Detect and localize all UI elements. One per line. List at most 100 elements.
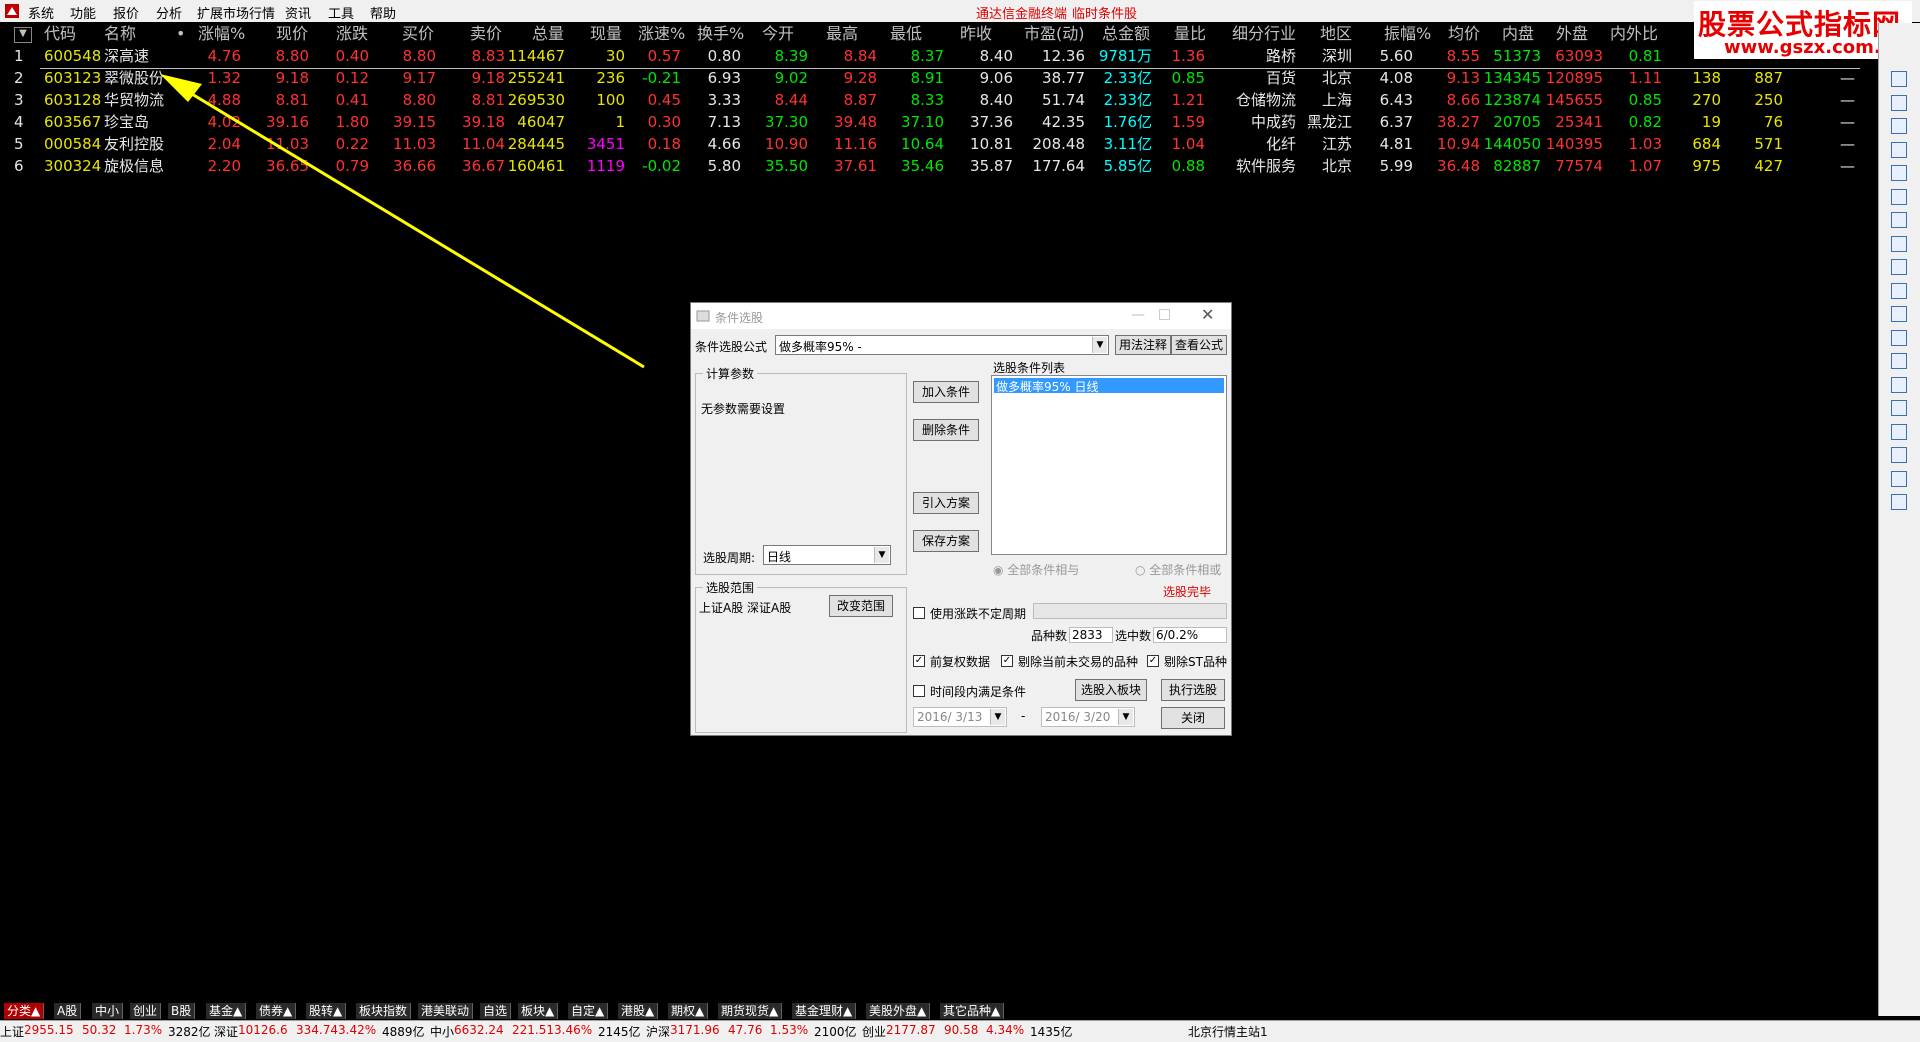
view-formula-button[interactable]: 查看公式	[1171, 335, 1227, 355]
list-icon[interactable]	[1891, 188, 1907, 205]
table-row[interactable]: 5 000584 友利控股 2.04 11.03 0.22 11.03 11.04 284445…	[0, 133, 1878, 155]
execute-button[interactable]: 执行选股	[1161, 679, 1225, 701]
export-icon[interactable]	[1891, 447, 1907, 463]
column-header[interactable]: 今开	[762, 23, 794, 45]
period-select[interactable]: 日线 ▼	[763, 545, 891, 565]
doc-icon[interactable]	[1891, 235, 1907, 252]
column-header[interactable]: 名称	[104, 23, 136, 45]
tab-10[interactable]: 自选	[480, 1003, 512, 1019]
tab-7[interactable]: 股转▲	[306, 1003, 347, 1019]
date-to-picker[interactable]: 2016/ 3/20 ▼	[1041, 707, 1135, 727]
finance-icon[interactable]	[1891, 212, 1907, 228]
tab-4[interactable]: B股	[168, 1003, 196, 1019]
tab-14[interactable]: 期权▲	[668, 1003, 709, 1019]
settings-icon[interactable]	[1891, 400, 1907, 416]
tab-6[interactable]: 债券▲	[256, 1003, 297, 1019]
column-header[interactable]: 振幅%	[1384, 23, 1431, 45]
column-header[interactable]: 总金额	[1102, 23, 1150, 45]
tab-3[interactable]: 创业	[130, 1003, 162, 1019]
import-plan-button[interactable]: 引入方案	[913, 492, 979, 514]
menu-help[interactable]: 帮助	[370, 3, 396, 22]
add-condition-button[interactable]: 加入条件	[913, 381, 979, 403]
usage-button[interactable]: 用法注释	[1115, 335, 1171, 355]
menu-extended-market[interactable]: 扩展市场行情	[197, 3, 275, 22]
delete-condition-button[interactable]: 删除条件	[913, 419, 979, 441]
menu-system[interactable]: 系统	[28, 3, 54, 22]
menu-quote[interactable]: 报价	[113, 3, 139, 22]
tab-16[interactable]: 基金理财▲	[792, 1003, 857, 1019]
tab-2[interactable]: 中小	[92, 1003, 124, 1019]
column-header[interactable]: 均价	[1448, 23, 1480, 45]
column-header[interactable]: 总量	[532, 23, 564, 45]
table-row[interactable]: 1 600548 深高速 4.76 8.80 0.40 8.80 8.83 114467 30 0.…	[0, 45, 1878, 67]
help-icon[interactable]	[1891, 494, 1907, 510]
column-header[interactable]: 买价	[402, 23, 434, 45]
tab-1[interactable]: A股	[54, 1003, 82, 1019]
search-icon[interactable]	[1891, 329, 1907, 346]
minimize-icon[interactable]: —	[1131, 307, 1145, 323]
tab-9[interactable]: 港美联动	[418, 1003, 474, 1019]
column-header[interactable]: 细分行业	[1232, 23, 1296, 45]
note-icon[interactable]	[1891, 259, 1907, 275]
save-plan-button[interactable]: 保存方案	[913, 530, 979, 552]
table-row[interactable]: 3 603128 华贸物流 4.88 8.81 0.41 8.80 8.81 269530 100…	[0, 89, 1878, 111]
exclude-untraded-checkbox[interactable]: ✓	[1001, 655, 1013, 667]
column-menu-icon[interactable]: ▼	[14, 27, 32, 43]
condition-list[interactable]: 做多概率95% 日线	[991, 375, 1227, 555]
column-header[interactable]: 代码	[44, 23, 76, 45]
radio-and[interactable]: ◉ 全部条件相与	[993, 561, 1079, 578]
menu-tools[interactable]: 工具	[328, 3, 354, 22]
column-header[interactable]: 涨幅%	[198, 23, 245, 45]
table-icon[interactable]	[1891, 118, 1907, 134]
change-range-button[interactable]: 改变范围	[829, 595, 893, 617]
column-header[interactable]: 昨收	[960, 23, 992, 45]
column-header[interactable]: 涨速%	[638, 23, 685, 45]
chart-icon[interactable]	[1891, 141, 1907, 158]
column-header[interactable]: 现价	[276, 23, 308, 45]
add-to-board-button[interactable]: 选股入板块	[1075, 679, 1147, 701]
maximize-icon[interactable]: □	[1158, 306, 1171, 322]
column-header[interactable]: 换手%	[697, 23, 744, 45]
formula-select[interactable]: 做多概率95% - ▼	[775, 335, 1109, 355]
column-header[interactable]: 内盘	[1502, 23, 1534, 45]
edit-icon[interactable]	[1891, 376, 1907, 393]
pre-adjust-checkbox[interactable]: ✓	[913, 655, 925, 667]
close-button[interactable]: 关闭	[1161, 707, 1225, 729]
etf-icon[interactable]	[1891, 423, 1907, 440]
column-header[interactable]: 最低	[890, 23, 922, 45]
tab-5[interactable]: 基金▲	[206, 1003, 247, 1019]
column-header[interactable]: 卖价	[470, 23, 502, 45]
tab-15[interactable]: 期货现货▲	[718, 1003, 783, 1019]
column-header[interactable]: 市盈(动)	[1024, 23, 1085, 45]
fund-icon[interactable]	[1891, 282, 1907, 299]
column-header[interactable]: 涨跌	[336, 23, 368, 45]
tab-17[interactable]: 美股外盘▲	[866, 1003, 931, 1019]
condition-list-item[interactable]: 做多概率95% 日线	[994, 378, 1224, 394]
column-header[interactable]: 量比	[1174, 23, 1206, 45]
tab-8[interactable]: 板块指数	[356, 1003, 412, 1019]
menu-function[interactable]: 功能	[70, 3, 96, 22]
irregular-period-checkbox[interactable]	[913, 607, 925, 619]
exclude-st-checkbox[interactable]: ✓	[1147, 655, 1159, 667]
arrow-down-icon[interactable]	[1891, 71, 1907, 87]
column-header[interactable]: 地区	[1320, 23, 1352, 45]
grid-icon[interactable]	[1891, 94, 1907, 111]
tab-12[interactable]: 自定▲	[568, 1003, 609, 1019]
print-icon[interactable]	[1891, 470, 1907, 487]
table-row[interactable]: 2 603123 翠微股份 1.32 9.18 0.12 9.17 9.18 255241 236…	[0, 67, 1878, 89]
radio-or[interactable]: ○ 全部条件相或	[1135, 561, 1221, 578]
column-header[interactable]: 最高	[826, 23, 858, 45]
tab-0[interactable]: 分类▲	[4, 1003, 45, 1019]
date-from-picker[interactable]: 2016/ 3/13 ▼	[913, 707, 1007, 727]
tab-18[interactable]: 其它品种▲	[940, 1003, 1005, 1019]
menu-analysis[interactable]: 分析	[156, 3, 182, 22]
column-header[interactable]: 外盘	[1556, 23, 1588, 45]
column-header[interactable]: 现量	[590, 23, 622, 45]
bar-chart-icon[interactable]	[1891, 165, 1907, 181]
menu-news[interactable]: 资讯	[285, 3, 311, 22]
tab-13[interactable]: 港股▲	[618, 1003, 659, 1019]
table-row[interactable]: 6 300324 旋极信息 2.20 36.65 0.79 36.66 36.67 160461…	[0, 155, 1878, 177]
table-row[interactable]: 4 603567 珍宝岛 4.02 39.16 1.80 39.15 39.18 46047 1 0…	[0, 111, 1878, 133]
close-icon[interactable]: ✕	[1201, 305, 1214, 324]
stock-icon[interactable]	[1891, 306, 1907, 322]
